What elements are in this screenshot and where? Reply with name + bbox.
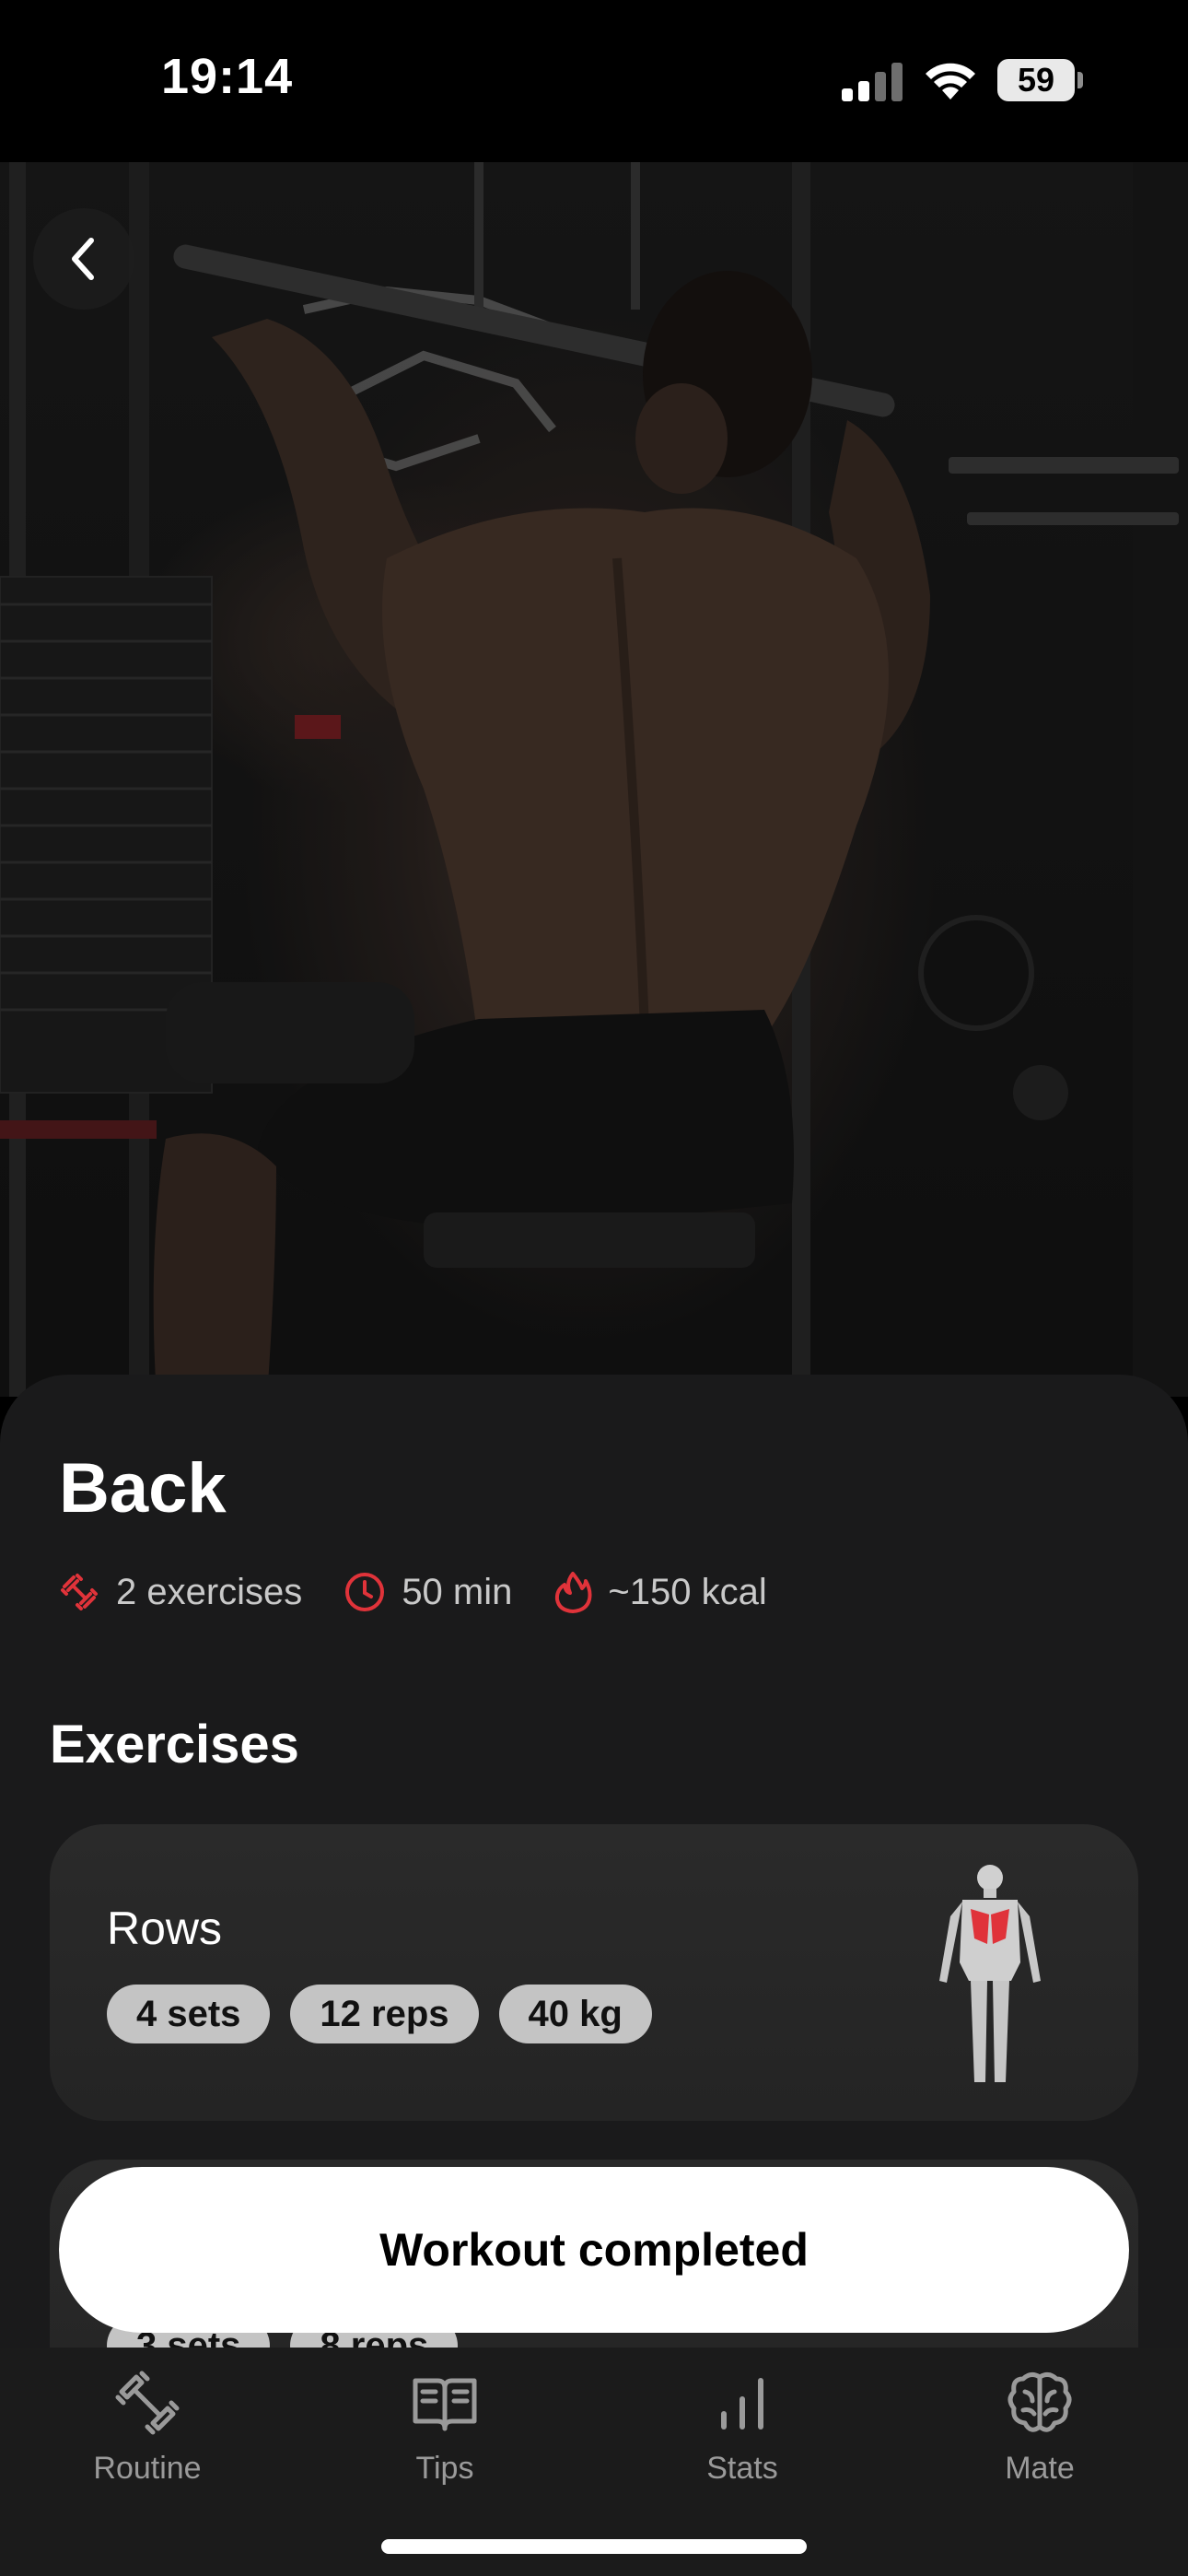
bar-chart-icon [721,2378,763,2430]
book-icon [413,2378,477,2431]
workout-title: Back [59,1449,227,1528]
tab-mate-label: Mate [1005,2451,1075,2486]
dumbbell-icon [61,1574,98,1610]
muscle-map-icon [939,1865,1041,2082]
tab-tips[interactable]: Tips [353,2368,537,2488]
exercise-card[interactable]: Rows 4 sets 12 reps 40 kg [50,1824,1138,2121]
exercise-chips: 4 sets 12 reps 40 kg [107,1985,672,2043]
duration: 50 min [343,1570,512,1614]
cellular-signal-icon [842,63,903,101]
tab-routine[interactable]: Routine [55,2368,239,2488]
workout-completed-button[interactable]: Workout completed [59,2167,1129,2333]
tab-stats-label: Stats [706,2451,778,2486]
back-button[interactable] [33,208,134,310]
clock-icon [345,1573,385,1611]
status-time: 19:14 [161,49,294,104]
tab-mate[interactable]: Mate [948,2368,1132,2488]
battery-tip [1077,72,1083,88]
dumbbell-icon [115,2371,180,2435]
exercises-heading: Exercises [50,1715,299,1774]
calories: ~150 kcal [553,1570,767,1614]
exercise-count: 2 exercises [57,1570,302,1614]
tab-stats[interactable]: Stats [650,2368,834,2488]
weight-chip: 40 kg [498,1985,652,2043]
status-bar: 19:14 59 [0,0,1188,162]
flame-icon [555,1572,592,1613]
hero-image [0,162,1188,1397]
calories-text: ~150 kcal [608,1571,767,1612]
battery-indicator: 59 [997,59,1075,101]
duration-text: 50 min [402,1571,513,1612]
workout-meta: 2 exercises 50 min ~150 kcal [57,1566,808,1618]
tab-tips-label: Tips [415,2451,474,2486]
sets-chip: 4 sets [107,1985,271,2043]
chevron-left-icon [72,238,94,280]
gym-illustration [0,162,1188,1397]
home-indicator[interactable] [381,2539,807,2554]
tab-routine-label: Routine [93,2451,202,2486]
reps-chip: 12 reps [290,1985,479,2043]
brain-icon [1007,2371,1072,2432]
wifi-icon [926,63,975,100]
exercise-count-text: 2 exercises [116,1571,303,1612]
exercise-name: Rows [107,1903,223,1954]
